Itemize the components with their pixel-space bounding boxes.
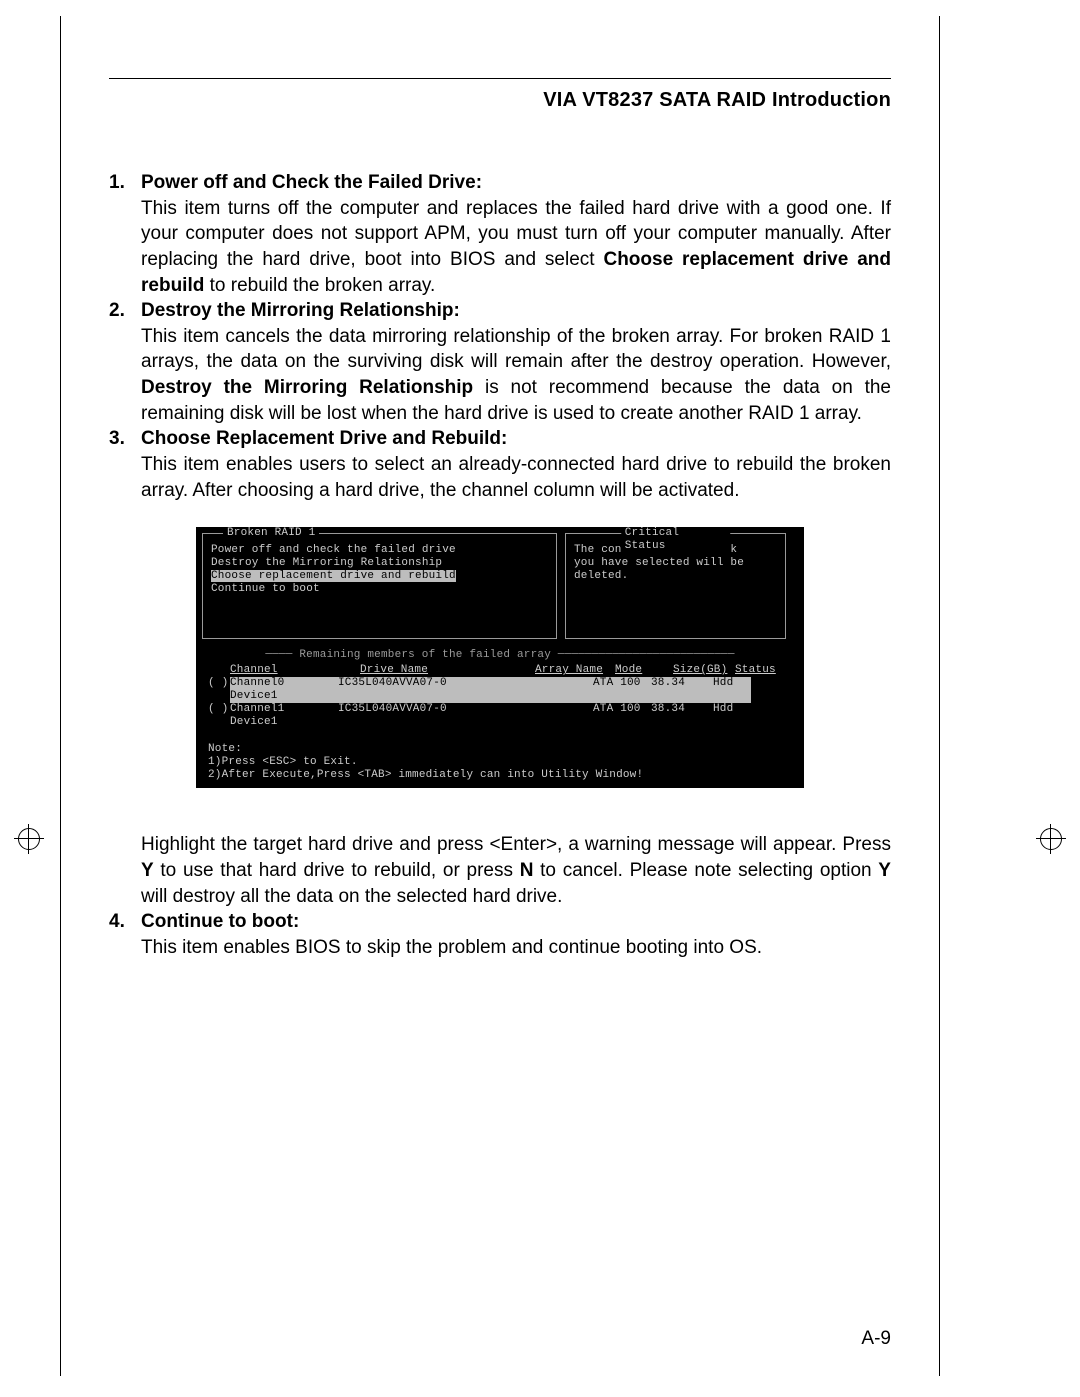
bios-panel-broken-raid: Broken RAID 1 Power off and check the fa… [202,533,557,639]
bios-screenshot: Broken RAID 1 Power off and check the fa… [196,527,804,788]
page-frame: VIA VT8237 SATA RAID Introduction 1. Pow… [60,16,940,1376]
list-item-2: 2. Destroy the Mirroring Relationship: T… [109,298,891,426]
bios-status-line: deleted. [574,570,777,583]
list-item-1: 1. Power off and Check the Failed Drive:… [109,170,891,298]
post-bios-paragraph: Highlight the target hard drive and pres… [109,832,891,909]
page-number: A-9 [861,1326,891,1352]
list-item-4: 4. Continue to boot: This item enables B… [109,909,891,960]
item-number: 2. [109,298,141,426]
list-item-3: 3. Choose Replacement Drive and Rebuild:… [109,426,891,503]
bios-note: Note: 1)Press <ESC> to Exit. 2)After Exe… [198,729,802,784]
crop-mark-left [6,816,52,862]
item-number: 4. [109,909,141,960]
bios-menu-item: Power off and check the failed drive [211,544,548,557]
bios-panel-title-left: Broken RAID 1 [223,527,319,540]
header-rule [109,78,891,79]
item-number: 1. [109,170,141,298]
item-title: Continue to boot: [141,911,299,932]
bios-table-row: ( )Channel0 Device1IC35L040AVVA07-0ATA 1… [208,677,792,703]
item-text: This item enables users to select an alr… [141,454,891,501]
item-title: Choose Replacement Drive and Rebuild: [141,428,507,449]
bios-table: Channel Drive Name Array Name Mode Size(… [198,664,802,729]
bios-menu-item: Destroy the Mirroring Relationship [211,557,548,570]
bios-table-row: ( )Channel1 Device1IC35L040AVVA07-0ATA 1… [208,703,792,729]
crop-mark-right [1028,816,1074,862]
item-bold: Destroy the Mirroring Relationship [141,377,473,398]
item-number: 3. [109,426,141,503]
bios-panel-title-right: Critical Status [621,527,731,553]
bios-panel-critical-status: Critical Status The contents on the disk… [565,533,786,639]
bios-separator: ──── Remaining members of the failed arr… [198,649,802,662]
bios-menu-item: Continue to boot [211,583,548,596]
bios-table-header: Channel Drive Name Array Name Mode Size(… [208,664,792,677]
item-text: This item cancels the data mirroring rel… [141,326,891,373]
page-title: VIA VT8237 SATA RAID Introduction [109,87,891,114]
bios-status-line: you have selected will be [574,557,777,570]
item-text: This item enables BIOS to skip the probl… [141,937,762,958]
item-text-tail: to rebuild the broken array. [204,275,435,296]
item-title: Destroy the Mirroring Relationship: [141,300,460,321]
item-title: Power off and Check the Failed Drive: [141,172,482,193]
bios-menu-item-selected: Choose replacement drive and rebuild [211,570,456,582]
